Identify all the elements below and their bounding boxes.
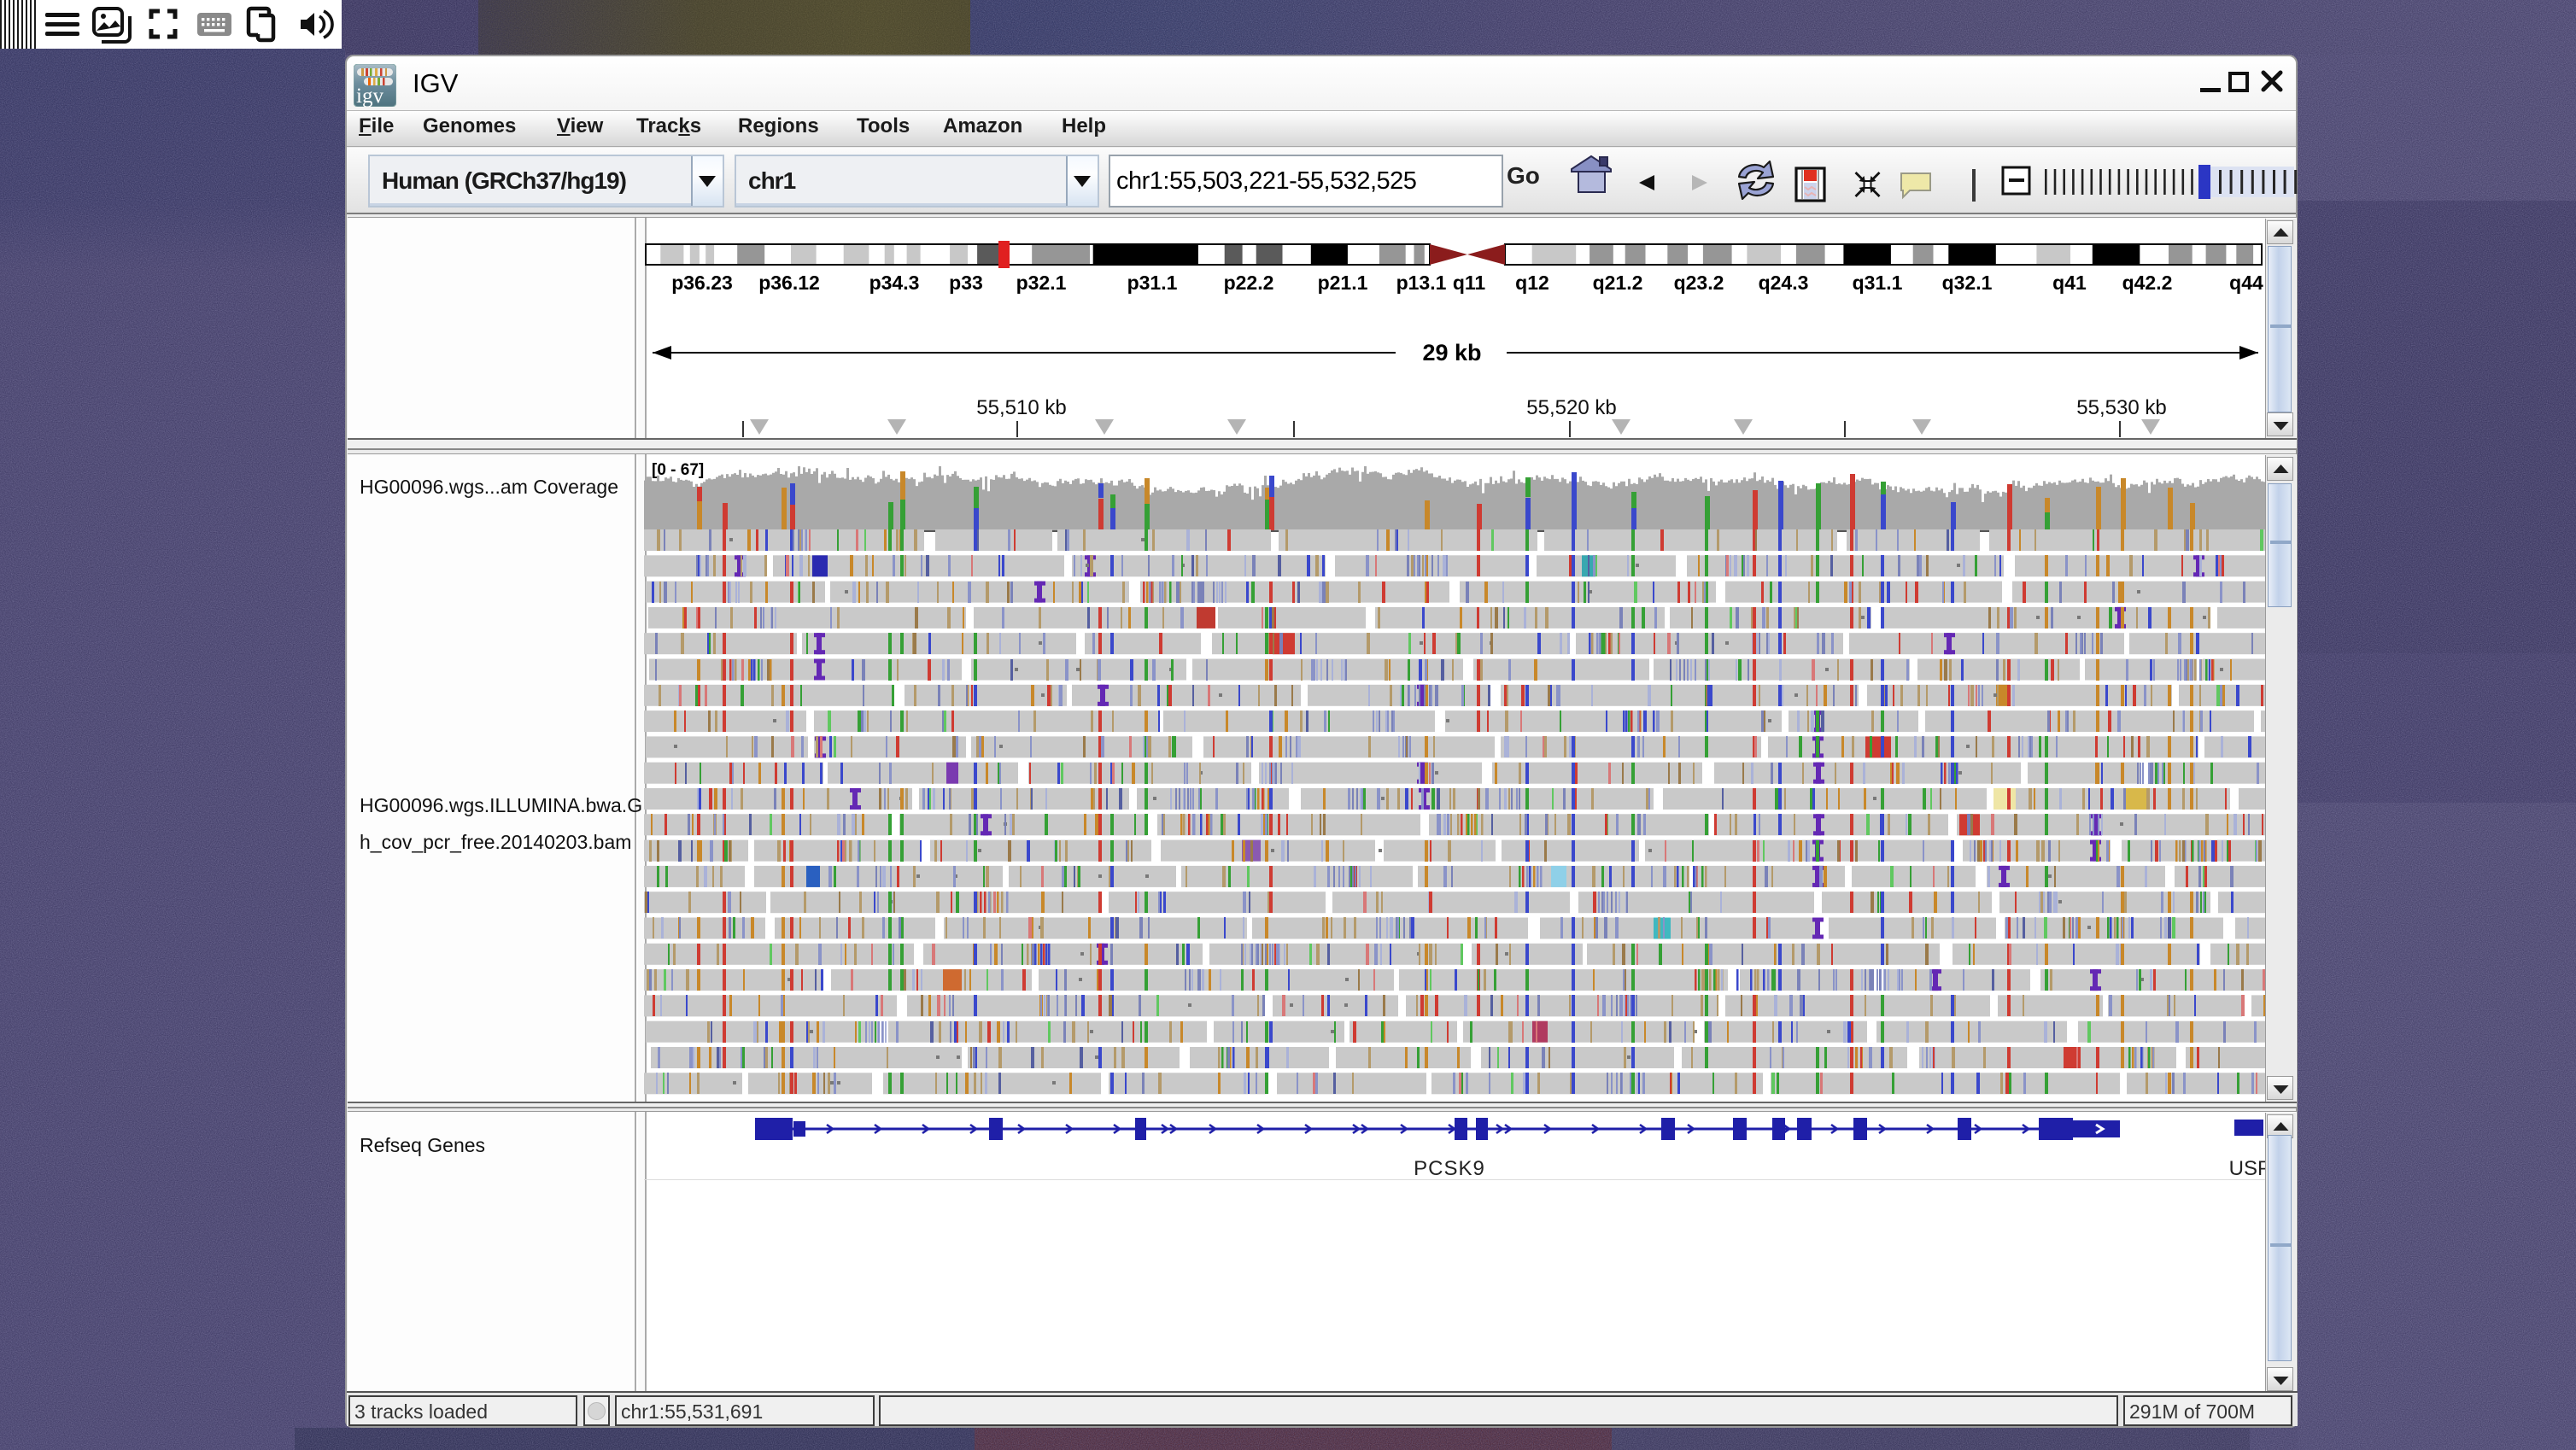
- svg-text:q23.2: q23.2: [1674, 272, 1724, 294]
- svg-text:q24.3: q24.3: [1759, 272, 1809, 294]
- svg-text:29 kb: 29 kb: [1422, 340, 1481, 365]
- svg-text:55,520 kb: 55,520 kb: [1526, 396, 1616, 419]
- svg-text:PCSK9: PCSK9: [1414, 1157, 1485, 1180]
- svg-text:p36.23: p36.23: [671, 272, 733, 294]
- svg-text:q42.2: q42.2: [2122, 272, 2173, 294]
- svg-text:q21.2: q21.2: [1593, 272, 1643, 294]
- svg-text:q44: q44: [2229, 272, 2263, 294]
- svg-text:p33: p33: [949, 272, 983, 294]
- svg-text:USP2: USP2: [2229, 1157, 2266, 1180]
- svg-text:p22.2: p22.2: [1224, 272, 1274, 294]
- svg-text:55,530 kb: 55,530 kb: [2076, 396, 2166, 419]
- svg-text:p31.1: p31.1: [1127, 272, 1178, 294]
- svg-text:q32.1: q32.1: [1942, 272, 1993, 294]
- svg-text:q41: q41: [2052, 272, 2087, 294]
- svg-text:p13.1: p13.1: [1396, 272, 1447, 294]
- svg-text:igv: igv: [356, 85, 383, 107]
- svg-text:p34.3: p34.3: [869, 272, 920, 294]
- svg-text:p21.1: p21.1: [1318, 272, 1368, 294]
- svg-text:p32.1: p32.1: [1016, 272, 1067, 294]
- svg-text:q11: q11: [1453, 272, 1486, 294]
- svg-text:q31.1: q31.1: [1853, 272, 1903, 294]
- svg-text:p36.12: p36.12: [758, 272, 820, 294]
- svg-text:55,510 kb: 55,510 kb: [976, 396, 1066, 419]
- svg-text:q12: q12: [1515, 272, 1549, 294]
- svg-text:[0 - 67]: [0 - 67]: [652, 461, 704, 479]
